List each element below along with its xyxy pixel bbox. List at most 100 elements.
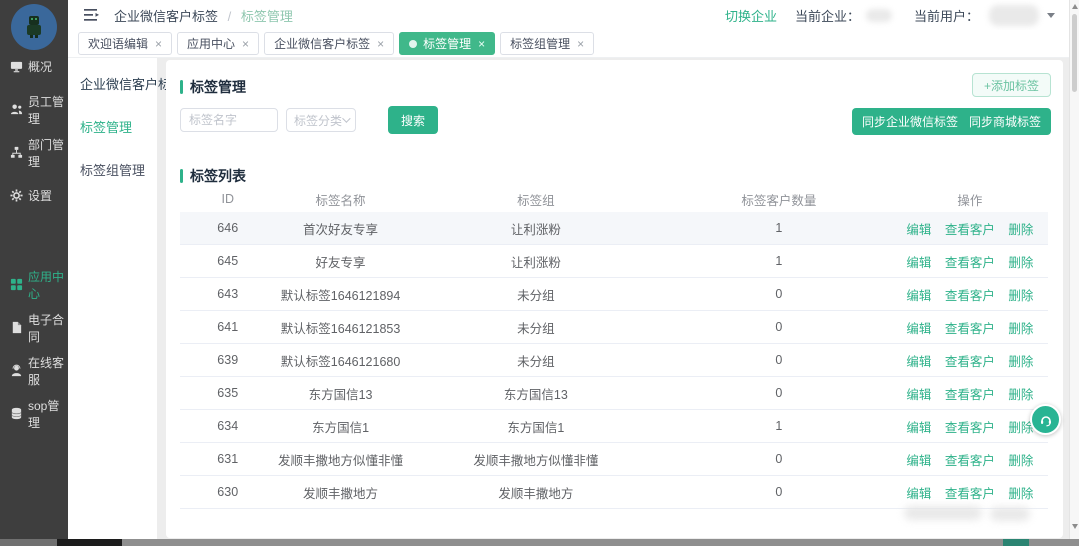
view-customers-link[interactable]: 查看客户: [945, 454, 995, 468]
delete-link[interactable]: 删除: [1008, 256, 1033, 270]
row-actions: 编辑 查看客户 删除: [892, 417, 1048, 436]
horizontal-scrollbar[interactable]: [0, 539, 1079, 546]
close-icon[interactable]: ×: [242, 38, 249, 50]
row-tag-name: 首次好友专享: [275, 219, 405, 238]
tab-tag-management[interactable]: 标签管理 ×: [399, 32, 495, 55]
delete-link[interactable]: 删除: [1008, 223, 1033, 237]
switch-company-link[interactable]: 切换企业: [725, 6, 777, 25]
edit-link[interactable]: 编辑: [906, 388, 931, 402]
submenu-item-tag-group-management[interactable]: 标签组管理: [80, 160, 157, 179]
view-customers-link[interactable]: 查看客户: [945, 388, 995, 402]
view-customers-link[interactable]: 查看客户: [945, 355, 995, 369]
col-actions: 操作: [892, 190, 1048, 209]
vertical-scrollbar[interactable]: [1069, 0, 1079, 539]
table-row: 643 默认标签1646121894 未分组 0 编辑 查看客户 删除: [180, 278, 1048, 311]
table-row: 635 东方国信13 东方国信13 0 编辑 查看客户 删除: [180, 377, 1048, 410]
sidebar-item-sop[interactable]: sop管理: [0, 392, 68, 435]
search-button[interactable]: 搜索: [388, 106, 438, 134]
row-customer-count: 0: [666, 353, 892, 367]
primary-nav: 概况 员工管理 部门管理 设置 应用中心 电子合同 在线客服 sop: [0, 45, 68, 435]
tab-welcome-editor[interactable]: 欢迎语编辑 ×: [78, 32, 172, 55]
database-icon: [10, 407, 23, 420]
sync-mall-tags-button[interactable]: 同步商城标签: [959, 108, 1051, 135]
sidebar-item-online-service[interactable]: 在线客服: [0, 349, 68, 392]
sidebar-item-e-contract[interactable]: 电子合同: [0, 306, 68, 349]
view-customers-link[interactable]: 查看客户: [945, 256, 995, 270]
tab-wechat-customer-tags[interactable]: 企业微信客户标签 ×: [264, 32, 394, 55]
tag-category-select[interactable]: 标签分类: [286, 108, 356, 132]
row-actions: 编辑 查看客户 删除: [892, 483, 1048, 502]
row-customer-count: 1: [666, 419, 892, 433]
delete-link[interactable]: 删除: [1008, 355, 1033, 369]
primary-sidebar: 概况 员工管理 部门管理 设置 应用中心 电子合同 在线客服 sop: [0, 0, 68, 539]
headset-icon: [1038, 412, 1054, 428]
breadcrumb-separator: /: [228, 9, 232, 24]
row-tag-name: 默认标签1646121894: [275, 285, 405, 304]
delete-link[interactable]: 删除: [1008, 289, 1033, 303]
edit-link[interactable]: 编辑: [906, 355, 931, 369]
row-actions: 编辑 查看客户 删除: [892, 252, 1048, 271]
edit-link[interactable]: 编辑: [906, 322, 931, 336]
close-icon[interactable]: ×: [577, 38, 584, 50]
col-id: ID: [180, 192, 275, 206]
edit-link[interactable]: 编辑: [906, 421, 931, 435]
view-customers-link[interactable]: 查看客户: [945, 487, 995, 501]
section-accent-bar: [180, 169, 183, 183]
document-icon: [10, 321, 23, 334]
view-customers-link[interactable]: 查看客户: [945, 421, 995, 435]
edit-link[interactable]: 编辑: [906, 223, 931, 237]
sidebar-item-department[interactable]: 部门管理: [0, 131, 68, 174]
staff-icon: [10, 103, 23, 116]
breadcrumb-root[interactable]: 企业微信客户标签: [114, 9, 218, 24]
tab-tag-group-management[interactable]: 标签组管理 ×: [500, 32, 594, 55]
edit-link[interactable]: 编辑: [906, 454, 931, 468]
row-tag-name: 默认标签1646121680: [275, 351, 405, 370]
service-person-icon: [10, 364, 23, 377]
chevron-down-icon[interactable]: [1047, 13, 1055, 18]
add-tag-button[interactable]: +添加标签: [972, 73, 1051, 97]
close-icon[interactable]: ×: [155, 38, 162, 50]
row-tag-name: 发顺丰撒地方似懂非懂: [275, 450, 405, 469]
row-tag-group: 东方国信1: [406, 417, 666, 436]
row-customer-count: 0: [666, 287, 892, 301]
horizontal-scrollbar-thumb[interactable]: [57, 539, 122, 546]
edit-link[interactable]: 编辑: [906, 289, 931, 303]
org-tree-icon: [10, 146, 23, 159]
app-logo: [11, 4, 57, 50]
sidebar-item-app-center[interactable]: 应用中心: [0, 263, 68, 306]
table-row: 641 默认标签1646121853 未分组 0 编辑 查看客户 删除: [180, 311, 1048, 344]
sidebar-item-settings[interactable]: 设置: [0, 174, 68, 217]
active-tab-dot-icon: [409, 40, 417, 48]
edit-link[interactable]: 编辑: [906, 487, 931, 501]
close-icon[interactable]: ×: [377, 38, 384, 50]
user-avatar[interactable]: [989, 5, 1039, 26]
delete-link[interactable]: 删除: [1008, 322, 1033, 336]
view-customers-link[interactable]: 查看客户: [945, 223, 995, 237]
close-icon[interactable]: ×: [478, 38, 485, 50]
scroll-up-arrow-icon[interactable]: [1072, 4, 1078, 9]
submenu-item-tag-management[interactable]: 标签管理: [80, 117, 157, 136]
delete-link[interactable]: 删除: [1008, 487, 1033, 501]
row-customer-count: 0: [666, 386, 892, 400]
tab-app-center[interactable]: 应用中心 ×: [177, 32, 259, 55]
vertical-scrollbar-thumb[interactable]: [1072, 14, 1077, 92]
row-customer-count: 0: [666, 320, 892, 334]
delete-link[interactable]: 删除: [1008, 388, 1033, 402]
chevron-down-icon: [342, 114, 350, 122]
main-content-card: 标签管理 +添加标签 标签分类 搜索 同步企业微信标签 同步商城标签 标签列表 …: [166, 60, 1063, 538]
section-tag-list: 标签列表: [180, 166, 246, 186]
collapse-menu-icon[interactable]: [84, 8, 100, 22]
view-customers-link[interactable]: 查看客户: [945, 289, 995, 303]
sync-wechat-tags-button[interactable]: 同步企业微信标签: [852, 108, 968, 135]
view-customers-link[interactable]: 查看客户: [945, 322, 995, 336]
scroll-down-arrow-icon[interactable]: [1072, 524, 1078, 529]
delete-link[interactable]: 删除: [1008, 454, 1033, 468]
customer-service-float-button[interactable]: [1030, 404, 1061, 435]
submenu-title: 企业微信客户标签: [80, 74, 157, 93]
row-tag-group: 未分组: [406, 318, 666, 337]
edit-link[interactable]: 编辑: [906, 256, 931, 270]
col-tag-name: 标签名称: [275, 190, 405, 209]
tag-name-input[interactable]: [180, 108, 278, 132]
sidebar-item-staff[interactable]: 员工管理: [0, 88, 68, 131]
sidebar-item-overview[interactable]: 概况: [0, 45, 68, 88]
